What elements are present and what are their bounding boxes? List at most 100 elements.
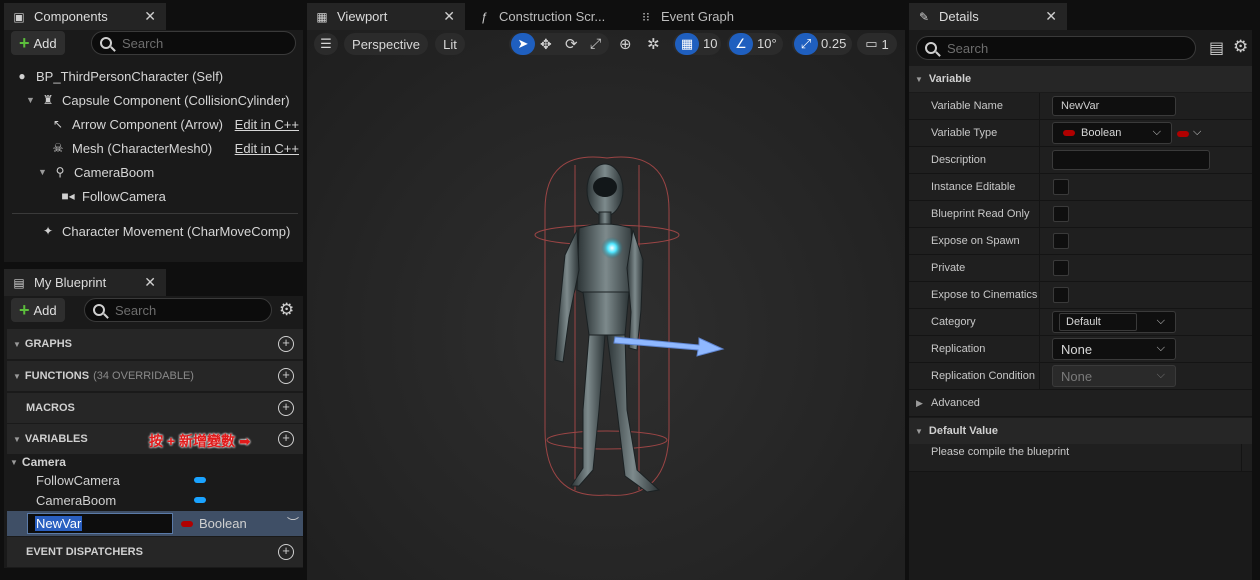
section-label: Variable — [928, 73, 972, 85]
close-icon[interactable]: ✕ — [1045, 8, 1057, 25]
graph-icon: ⁝⁝ — [642, 9, 650, 24]
expose-on-spawn-checkbox[interactable] — [1053, 233, 1069, 249]
chevron-down-icon[interactable]: ▼ — [26, 95, 36, 105]
variables-annotation: 按 + 新增變數 ➡ — [149, 433, 251, 449]
column-divider — [1039, 363, 1040, 389]
replication-condition-dropdown: None ⌵ — [1052, 365, 1176, 387]
row-advanced[interactable]: ▶ Advanced — [909, 390, 1252, 417]
chevron-down-icon[interactable]: ▼ — [38, 167, 48, 177]
section-variables[interactable]: ▼ VARIABLES 按 + 新增變數 ➡ + — [7, 424, 303, 454]
gear-icon[interactable]: ⚙ — [279, 300, 294, 320]
chevron-right-icon: ▶ — [916, 397, 923, 408]
components-tab[interactable]: ▣ Components ✕ — [4, 3, 166, 30]
row-label: Category — [931, 316, 976, 328]
variable-item-newvar[interactable]: NewVar Boolean ︶ — [7, 511, 303, 536]
tree-item-label: Mesh (CharacterMesh0) — [72, 140, 213, 156]
variable-name-field[interactable]: NewVar — [1052, 96, 1176, 116]
row-variable-type: Variable Type Boolean ⌵ ⌵ — [909, 120, 1252, 147]
details-tab[interactable]: ✎ Details ✕ — [909, 3, 1067, 30]
function-icon: ƒ — [480, 9, 488, 24]
variable-rename-input[interactable]: NewVar — [27, 513, 173, 534]
row-expose-to-cinematics: Expose to Cinematics — [909, 282, 1252, 309]
components-add-button[interactable]: + Add — [11, 31, 65, 55]
chevron-down-icon[interactable]: ⌵ — [1193, 126, 1201, 139]
edit-in-cpp-link[interactable]: Edit in C++ — [235, 117, 299, 132]
details-section-default-value[interactable]: ▼ Default Value — [909, 418, 1252, 444]
tree-item-followcamera[interactable]: ■◂ FollowCamera — [60, 184, 165, 208]
add-dispatcher-icon[interactable]: + — [278, 544, 294, 560]
variable-type-dropdown[interactable]: Boolean ⌵ — [1052, 122, 1172, 144]
tree-item-self[interactable]: ● BP_ThirdPersonCharacter (Self) — [14, 64, 223, 88]
tab-label: Viewport — [337, 9, 388, 24]
instance-editable-checkbox[interactable] — [1053, 179, 1069, 195]
eye-closed-icon[interactable]: ︶ — [287, 514, 299, 531]
components-search-input[interactable]: Search — [91, 31, 296, 55]
blueprint-read-only-checkbox[interactable] — [1053, 206, 1069, 222]
section-label: VARIABLES — [24, 433, 88, 445]
visor — [593, 177, 617, 197]
variable-category-camera[interactable]: ▼ Camera — [7, 452, 303, 472]
chevron-down-icon: ▼ — [915, 74, 923, 84]
details-search-input[interactable]: Search — [916, 36, 1196, 60]
tree-item-capsule[interactable]: ▼ ♜ Capsule Component (CollisionCylinder… — [26, 88, 290, 112]
row-label: Description — [931, 154, 987, 166]
add-function-icon[interactable]: + — [278, 368, 294, 384]
blueprint-add-button[interactable]: + Add — [11, 298, 65, 322]
close-icon[interactable]: ✕ — [443, 8, 455, 25]
field-value: Boolean — [1081, 127, 1122, 139]
row-expose-on-spawn: Expose on Spawn — [909, 228, 1252, 255]
tree-item-movement[interactable]: ✦ Character Movement (CharMoveComp) — [40, 219, 290, 243]
tab-event-graph[interactable]: ⁝⁝ Event Graph — [631, 3, 771, 30]
category-dropdown[interactable]: Default ⌵ — [1052, 311, 1176, 333]
field-value: None — [1061, 368, 1093, 384]
tab-label: Construction Scr... — [499, 9, 606, 24]
chevron-down-icon: ⌵ — [1156, 342, 1165, 354]
viewport-icon: ▦ — [316, 9, 328, 24]
section-event-dispatchers[interactable]: EVENT DISPATCHERS + — [7, 537, 303, 567]
section-label: MACROS — [26, 402, 75, 414]
container-type-pill[interactable] — [1177, 131, 1189, 137]
section-macros[interactable]: MACROS + — [7, 393, 303, 423]
tree-item-mesh[interactable]: ☠ Mesh (CharacterMesh0) Edit in C++ — [50, 136, 299, 160]
section-graphs[interactable]: ▼ GRAPHS + — [7, 329, 303, 359]
row-label: Private — [931, 262, 966, 274]
gear-icon[interactable]: ⚙ — [1233, 37, 1248, 57]
blueprint-search-input[interactable]: Search — [84, 298, 272, 322]
section-functions[interactable]: ▼ FUNCTIONS (34 OVERRIDABLE) + — [7, 361, 303, 391]
variable-name: FollowCamera — [36, 472, 120, 488]
tab-construction-script[interactable]: ƒ Construction Scr... — [469, 3, 627, 30]
my-blueprint-tab[interactable]: ▤ My Blueprint ✕ — [4, 269, 166, 296]
tree-item-label: Arrow Component (Arrow) — [72, 116, 223, 132]
tree-item-arrow[interactable]: ↖ Arrow Component (Arrow) Edit in C++ — [50, 112, 299, 136]
variable-item[interactable]: FollowCamera — [7, 470, 303, 490]
viewport-panel: ▦ Viewport ✕ ƒ Construction Scr... ⁝⁝ Ev… — [307, 0, 905, 580]
row-label: Expose to Cinematics — [931, 289, 1038, 301]
add-macro-icon[interactable]: + — [278, 400, 294, 416]
close-icon[interactable]: ✕ — [144, 274, 156, 291]
edit-in-cpp-link[interactable]: Edit in C++ — [235, 141, 299, 156]
tree-item-cameraboom[interactable]: ▼ ⚲ CameraBoom — [38, 160, 154, 184]
close-icon[interactable]: ✕ — [144, 8, 156, 25]
expose-to-cinematics-checkbox[interactable] — [1053, 287, 1069, 303]
details-section-variable[interactable]: ▼ Variable — [909, 66, 1252, 92]
search-icon — [100, 37, 112, 49]
private-checkbox[interactable] — [1053, 260, 1069, 276]
add-variable-icon[interactable]: + — [278, 431, 294, 447]
book-icon: ▤ — [13, 275, 25, 290]
add-graph-icon[interactable]: + — [278, 336, 294, 352]
add-label: Add — [33, 35, 57, 51]
tree-divider — [12, 213, 298, 214]
blueprint-tabbar: ▤ My Blueprint ✕ — [4, 266, 303, 296]
row-private: Private — [909, 255, 1252, 282]
category-input[interactable]: Default — [1059, 313, 1137, 331]
character-preview[interactable] — [307, 30, 905, 580]
row-compile-note: Please compile the blueprint — [909, 444, 1252, 472]
variable-name: CameraBoom — [36, 492, 117, 508]
variable-item[interactable]: CameraBoom — [7, 490, 303, 510]
replication-dropdown[interactable]: None ⌵ — [1052, 338, 1176, 360]
mannequin-body — [554, 163, 661, 493]
table-view-icon[interactable]: ▤ — [1209, 38, 1224, 58]
tab-viewport[interactable]: ▦ Viewport ✕ — [307, 3, 465, 30]
description-field[interactable] — [1052, 150, 1210, 170]
pencil-icon: ✎ — [918, 9, 930, 24]
